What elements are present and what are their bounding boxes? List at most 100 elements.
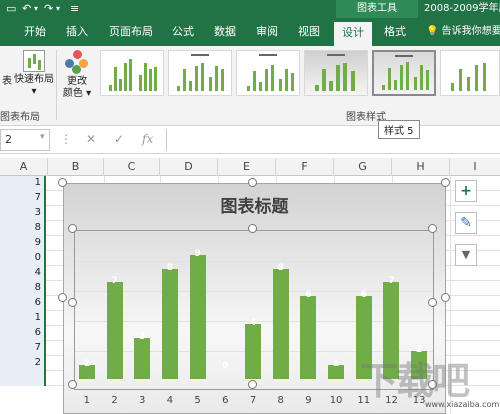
cell-a[interactable]: 4	[0, 266, 46, 281]
tab-data[interactable]: 数据	[208, 18, 242, 46]
data-label: 0	[222, 361, 229, 371]
undo-icon[interactable]: ↶	[22, 1, 31, 17]
chart-style-4[interactable]	[304, 50, 368, 96]
plot-handle-right[interactable]	[428, 298, 437, 307]
chart-bar[interactable]	[106, 282, 123, 379]
data-label: 3	[139, 331, 146, 342]
change-colors-dropdown-icon: ▾	[86, 88, 92, 99]
cell-a[interactable]: 2	[0, 356, 46, 371]
cell-a[interactable]: 1	[0, 176, 46, 191]
formula-bar: 2 ▾ ⋮ ✕ ✓ fx	[0, 126, 500, 154]
title-bar: ▭ ↶ ▾ ↷ ▾ ≡ 图表工具 2008-2009学年度学	[0, 0, 500, 18]
cell-a[interactable]: 7	[0, 341, 46, 356]
cell-a[interactable]: 8	[0, 221, 46, 236]
resize-handle-top-right[interactable]	[441, 178, 450, 187]
resize-handle-top[interactable]	[248, 178, 257, 187]
resize-handle-top-left[interactable]	[58, 178, 67, 187]
ribbon: 表 快速布局 ▾ 更改 颜色 ▾ 图表布局 图表样式	[0, 46, 500, 126]
column-header-i[interactable]: I	[450, 158, 500, 176]
chart-bar[interactable]	[134, 337, 151, 379]
tell-me-search[interactable]: 💡 告诉我你想要做	[426, 18, 500, 46]
x-tick-label: 3	[139, 395, 146, 406]
tab-home[interactable]: 开始	[18, 18, 52, 46]
confirm-icon[interactable]: ✓	[114, 132, 124, 146]
chart-bar[interactable]	[300, 296, 317, 379]
redo-dropdown-icon[interactable]: ▾	[56, 1, 60, 17]
chart-bar[interactable]	[272, 268, 289, 379]
column-header-a[interactable]: A	[0, 158, 48, 176]
tab-page-layout[interactable]: 页面布局	[104, 18, 158, 46]
chart-title[interactable]: 图表标题	[64, 192, 445, 217]
plot-handle-top[interactable]	[248, 224, 257, 233]
column-headers: A B C D E F G H I	[0, 158, 500, 176]
undo-dropdown-icon[interactable]: ▾	[34, 1, 38, 17]
change-colors-label-2: 颜色	[62, 88, 83, 99]
chart-style-5[interactable]	[372, 50, 436, 96]
x-tick-label: 4	[166, 395, 174, 406]
gridline	[75, 291, 433, 292]
change-colors-button[interactable]: 更改 颜色 ▾	[60, 50, 94, 100]
chart-style-6[interactable]	[440, 50, 500, 96]
resize-handle-left[interactable]	[58, 293, 67, 302]
cell-a[interactable]: 7	[0, 191, 46, 206]
data-label: 6	[305, 290, 312, 301]
tab-design[interactable]: 设计	[334, 22, 372, 46]
chart-elements-button[interactable]: +	[455, 180, 477, 202]
tab-formulas[interactable]: 公式	[166, 18, 200, 46]
chart-filters-button[interactable]: ▼	[455, 244, 477, 266]
cell-a[interactable]: 3	[0, 206, 46, 221]
data-label: 1	[83, 359, 90, 370]
chart-bar[interactable]	[161, 268, 178, 379]
column-header-d[interactable]: D	[160, 158, 218, 176]
customize-qat-icon[interactable]: ≡	[70, 1, 79, 17]
plot-handle-bottom-left[interactable]	[68, 380, 77, 389]
change-colors-label-1: 更改	[67, 76, 87, 87]
data-label: 8	[277, 262, 284, 273]
column-header-g[interactable]: G	[334, 158, 392, 176]
plot-handle-top-right[interactable]	[428, 224, 437, 233]
cancel-icon[interactable]: ✕	[86, 132, 96, 146]
tab-format[interactable]: 格式	[378, 18, 412, 46]
column-header-h[interactable]: H	[392, 158, 450, 176]
tab-view[interactable]: 视图	[292, 18, 326, 46]
x-tick-label: 8	[277, 395, 284, 406]
add-chart-element-label: 表	[2, 76, 12, 87]
data-label: 1	[332, 359, 340, 370]
cell-a[interactable]: 1	[0, 311, 46, 326]
redo-icon[interactable]: ↷	[44, 1, 53, 17]
column-header-c[interactable]: C	[104, 158, 160, 176]
tab-review[interactable]: 审阅	[250, 18, 284, 46]
resize-handle-right[interactable]	[441, 293, 450, 302]
cell-a[interactable]: 6	[0, 326, 46, 341]
cell-a[interactable]	[0, 371, 46, 386]
plot-handle-top-left[interactable]	[68, 224, 77, 233]
quick-layout-label: 快速布局	[14, 74, 54, 85]
column-header-b[interactable]: B	[48, 158, 104, 176]
data-label: 8	[166, 262, 174, 273]
name-box-dropdown-icon[interactable]: ▾	[40, 132, 45, 142]
chart-bar[interactable]	[245, 323, 261, 379]
chart-style-1[interactable]	[100, 50, 164, 96]
tab-insert[interactable]: 插入	[60, 18, 94, 46]
cell-a[interactable]: 9	[0, 236, 46, 251]
chart-style-2[interactable]	[168, 50, 232, 96]
plot-handle-bottom[interactable]	[248, 380, 257, 389]
column-header-f[interactable]: F	[276, 158, 334, 176]
add-chart-element-button[interactable]: 表	[0, 76, 14, 88]
save-icon[interactable]: ▭	[6, 1, 16, 17]
quick-layout-button[interactable]: 快速布局 ▾	[14, 50, 54, 98]
chart-bar[interactable]	[189, 254, 206, 379]
more-options-icon: ⋮	[60, 132, 72, 146]
gridline	[75, 261, 433, 262]
chart-style-3[interactable]	[236, 50, 300, 96]
cell-a[interactable]: 0	[0, 251, 46, 266]
ribbon-tabs: 开始 插入 页面布局 公式 数据 审阅 视图 设计 格式 💡 告诉我你想要做	[0, 18, 500, 46]
data-label: 7	[388, 276, 395, 287]
chart-styles-button[interactable]: ✎	[455, 212, 477, 234]
plot-handle-left[interactable]	[68, 298, 77, 307]
insert-function-icon[interactable]: fx	[142, 132, 153, 146]
column-header-e[interactable]: E	[218, 158, 276, 176]
cell-a[interactable]: 8	[0, 281, 46, 296]
formula-input[interactable]	[166, 129, 500, 151]
cell-a[interactable]: 6	[0, 296, 46, 311]
